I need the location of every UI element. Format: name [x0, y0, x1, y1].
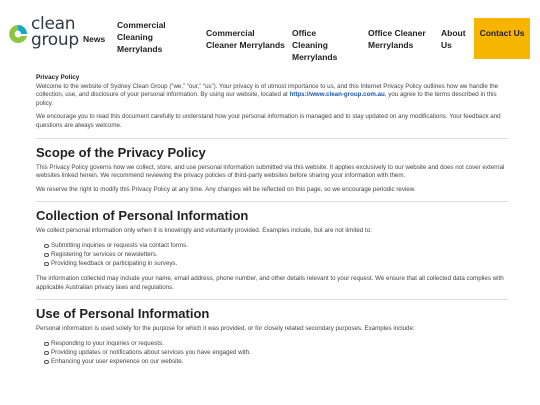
collection-paragraph-2: The information collected may include yo… — [36, 274, 504, 291]
list-item: Providing updates or notifications about… — [44, 348, 508, 357]
nav-office-cleaner[interactable]: Office Cleaner Merrylands — [368, 27, 430, 51]
use-list: Responding to your inquiries or requests… — [44, 339, 508, 366]
logo-mark-icon — [9, 25, 27, 43]
nav-news[interactable]: News — [83, 33, 105, 45]
logo-line-2: group — [31, 30, 79, 50]
list-item: Submitting inquiries or requests via con… — [44, 241, 508, 250]
scope-heading: Scope of the Privacy Policy — [36, 144, 206, 160]
list-item: Enhancing your user experience on our we… — [44, 357, 508, 366]
section-divider — [36, 299, 508, 301]
clean-group-logo[interactable]: clean group — [7, 16, 79, 52]
policy-title: Privacy Policy — [36, 74, 80, 81]
use-paragraph-1: Personal information is used solely for … — [36, 325, 415, 333]
privacy-policy-content: Privacy Policy Welcome to the website of… — [36, 74, 508, 373]
site-header: clean group News Commercial Cleaning Mer… — [0, 0, 540, 65]
nav-commercial-cleaner[interactable]: Commercial Cleaner Merrylands — [206, 27, 286, 51]
scope-paragraph-1: This Privacy Policy governs how we colle… — [36, 163, 505, 180]
collection-list: Submitting inquiries or requests via con… — [44, 241, 508, 268]
nav-about-us[interactable]: About Us — [441, 27, 469, 51]
use-heading: Use of Personal Information — [36, 306, 210, 322]
policy-intro: Privacy Policy Welcome to the website of… — [36, 74, 508, 108]
scope-paragraph-2: We reserve the right to modify this Priv… — [36, 185, 416, 193]
nav-office-cleaning[interactable]: Office Cleaning Merrylands — [292, 27, 354, 63]
collection-paragraph-1: We collect personal information only whe… — [36, 227, 372, 235]
website-link[interactable]: https://www.clean-group.com.au — [289, 91, 384, 98]
section-divider — [36, 201, 508, 203]
list-item: Responding to your inquiries or requests… — [44, 339, 508, 348]
encourage-paragraph: We encourage you to read this document c… — [36, 113, 501, 129]
collection-heading: Collection of Personal Information — [36, 208, 249, 224]
section-divider — [36, 137, 508, 139]
nav-commercial-cleaning[interactable]: Commercial Cleaning Merrylands — [117, 19, 187, 55]
logo-wordmark: clean group — [31, 16, 79, 50]
contact-us-button[interactable]: Contact Us — [474, 18, 530, 59]
list-item: Providing feedback or participating in s… — [44, 259, 508, 268]
list-item: Registering for services or newsletters. — [44, 250, 508, 259]
